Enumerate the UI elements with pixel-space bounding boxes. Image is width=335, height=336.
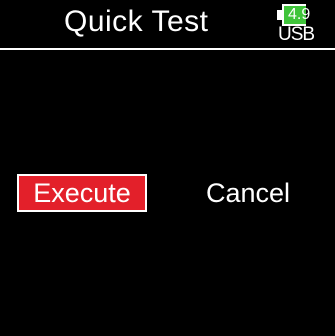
battery-level-box: 4.9 (282, 4, 310, 26)
battery-level-text: 4.9 (288, 6, 311, 23)
execute-button[interactable]: Execute (17, 174, 147, 212)
header-divider (0, 48, 335, 50)
battery-indicator: 4.9 USB (277, 4, 335, 46)
page-title: Quick Test (64, 5, 209, 38)
power-source-label: USB (278, 24, 315, 45)
cancel-button[interactable]: Cancel (206, 174, 306, 212)
title-bar: Quick Test 4.9 USB (0, 0, 335, 48)
